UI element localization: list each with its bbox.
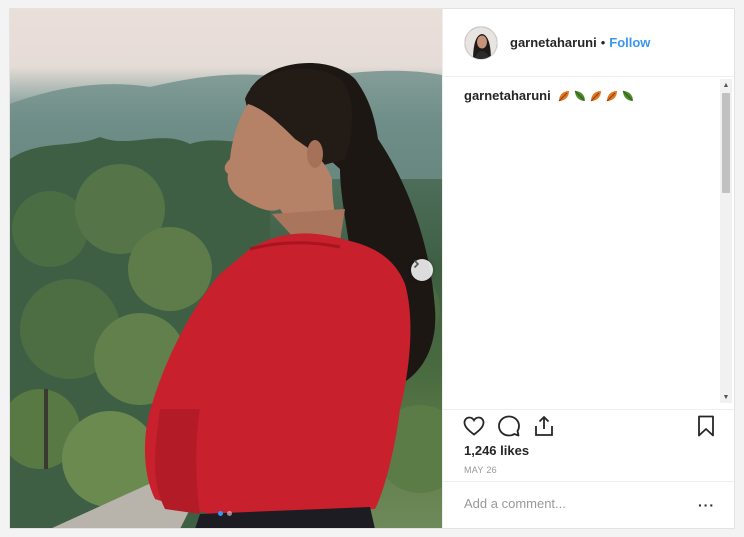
next-photo-button[interactable] bbox=[411, 259, 433, 281]
share-icon bbox=[535, 416, 553, 436]
post-header: garnetaharuni • Follow bbox=[443, 9, 734, 77]
caption-username[interactable]: garnetaharuni bbox=[464, 88, 551, 103]
action-bar bbox=[443, 409, 734, 443]
comment-button[interactable] bbox=[497, 414, 521, 443]
share-button[interactable] bbox=[532, 414, 556, 443]
heart-icon bbox=[463, 416, 485, 436]
fallen-leaf-icon bbox=[558, 90, 569, 101]
post-details-panel: garnetaharuni • Follow garnetaharuni ▲ ▼ bbox=[442, 9, 734, 528]
caption: garnetaharuni bbox=[464, 88, 635, 103]
scroll-down-arrow-icon[interactable]: ▼ bbox=[720, 391, 732, 403]
like-button[interactable] bbox=[462, 414, 486, 443]
leaf-icon bbox=[622, 90, 633, 101]
header-username[interactable]: garnetaharuni bbox=[510, 35, 597, 50]
comments-area: garnetaharuni bbox=[443, 79, 734, 409]
caption-emoji bbox=[557, 89, 635, 103]
add-comment-section: ··· bbox=[443, 481, 734, 528]
save-button[interactable] bbox=[694, 414, 718, 443]
bookmark-icon bbox=[698, 415, 714, 437]
post-date[interactable]: MAY 26 bbox=[464, 465, 497, 475]
carousel-indicator bbox=[218, 511, 232, 516]
chevron-right-icon bbox=[413, 259, 420, 269]
scroll-up-arrow-icon[interactable]: ▲ bbox=[720, 79, 732, 91]
post-card: garnetaharuni • Follow garnetaharuni ▲ ▼ bbox=[9, 8, 735, 529]
more-options-button[interactable]: ··· bbox=[698, 497, 715, 513]
leaf-icon bbox=[574, 90, 585, 101]
follow-button[interactable]: Follow bbox=[609, 35, 650, 50]
header-separator: • bbox=[600, 35, 606, 50]
carousel-dot bbox=[227, 511, 232, 516]
comments-scrollbar[interactable]: ▲ ▼ bbox=[720, 79, 732, 403]
comment-input[interactable] bbox=[464, 496, 684, 511]
photo-illustration bbox=[10, 62, 442, 528]
carousel-dot-active bbox=[218, 511, 223, 516]
likes-count[interactable]: 1,246 likes bbox=[464, 443, 529, 458]
fallen-leaf-icon bbox=[590, 90, 601, 101]
post-photo[interactable] bbox=[10, 9, 442, 528]
avatar[interactable] bbox=[464, 25, 498, 60]
scrollbar-thumb[interactable] bbox=[722, 93, 730, 193]
comment-bubble-icon bbox=[498, 415, 520, 437]
avatar-image bbox=[465, 26, 497, 59]
fallen-leaf-icon bbox=[606, 90, 617, 101]
